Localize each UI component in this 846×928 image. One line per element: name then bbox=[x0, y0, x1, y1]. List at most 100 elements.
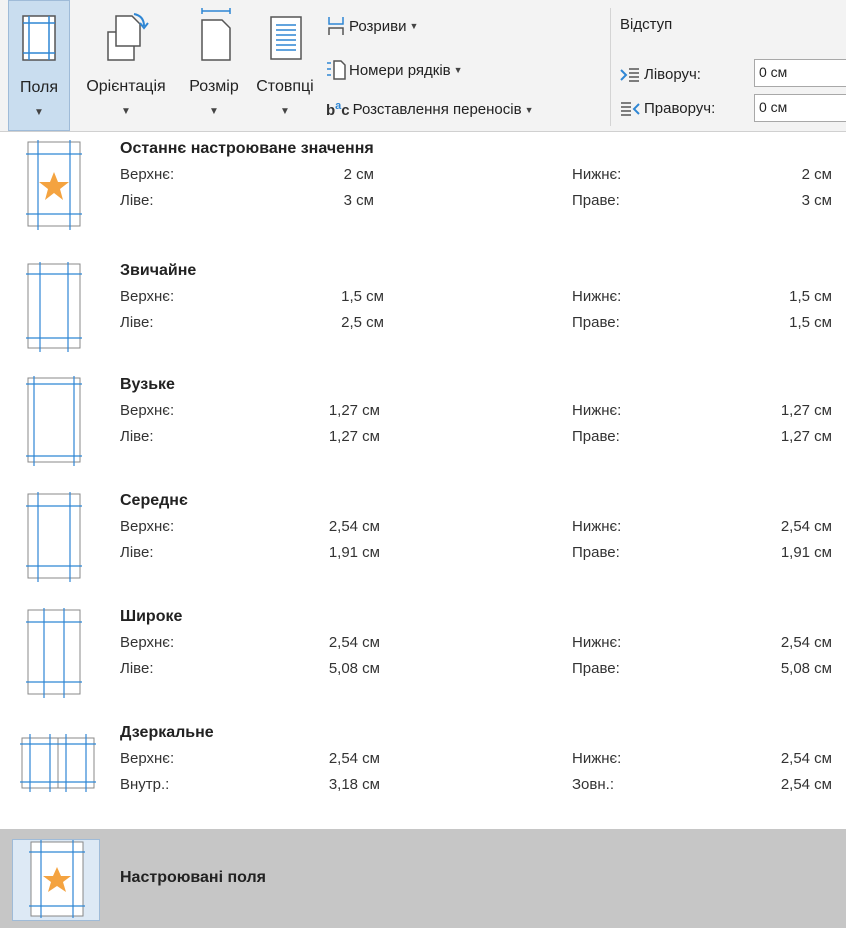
chevron-down-icon: ▼ bbox=[453, 65, 463, 75]
size-button[interactable]: Розмір ▼ bbox=[178, 0, 250, 131]
preset-name: Вузьке bbox=[120, 376, 175, 393]
bottom-label: Нижнє: bbox=[572, 288, 622, 305]
orientation-label: Орієнтація bbox=[86, 78, 166, 95]
orientation-button[interactable]: Орієнтація ▼ bbox=[74, 0, 178, 131]
right-value: 1,27 см bbox=[780, 428, 832, 445]
columns-label: Стовпці bbox=[256, 78, 314, 95]
columns-icon bbox=[270, 16, 302, 60]
top-label: Верхнє: bbox=[120, 166, 175, 183]
top-label: Верхнє: bbox=[120, 750, 175, 767]
top-value: 2 см bbox=[343, 166, 374, 183]
outside-value: 2,54 см bbox=[780, 776, 832, 793]
page-margins-icon bbox=[26, 608, 82, 698]
right-value: 5,08 см bbox=[780, 660, 832, 677]
left-value: 3 см bbox=[343, 192, 374, 209]
left-value: 2,5 см bbox=[341, 314, 384, 331]
chevron-down-icon: ▼ bbox=[524, 104, 534, 115]
left-value: 1,27 см bbox=[328, 428, 380, 445]
indent-right-label: Праворуч: bbox=[644, 100, 716, 117]
breaks-icon bbox=[328, 17, 344, 35]
top-label: Верхнє: bbox=[120, 634, 175, 651]
page-star-icon bbox=[26, 140, 82, 230]
right-value: 3 см bbox=[801, 192, 832, 209]
indent-right-label-row: Праворуч: bbox=[620, 100, 715, 117]
custom-margins-button[interactable]: Настроювані поля bbox=[0, 829, 846, 928]
custom-margins-icon-frame bbox=[12, 839, 100, 921]
bottom-value: 2,54 см bbox=[780, 750, 832, 767]
right-label: Праве: bbox=[572, 314, 620, 331]
line-numbers-label: Номери рядків bbox=[349, 61, 451, 79]
bottom-label: Нижнє: bbox=[572, 166, 622, 183]
hyphenation-label: Розставлення переносів bbox=[352, 101, 522, 118]
orientation-icon bbox=[107, 13, 149, 61]
preset-name: Останнє настроюване значення bbox=[120, 140, 374, 157]
top-value: 1,27 см bbox=[328, 402, 380, 419]
inside-label: Внутр.: bbox=[120, 776, 170, 793]
line-numbers-button[interactable]: Номери рядків ▼ bbox=[326, 60, 463, 80]
right-value: 1,91 см bbox=[780, 544, 832, 561]
bottom-label: Нижнє: bbox=[572, 634, 622, 651]
top-label: Верхнє: bbox=[120, 402, 175, 419]
margins-label: Поля bbox=[19, 79, 59, 96]
left-label: Ліве: bbox=[120, 192, 154, 209]
indent-left-icon bbox=[620, 67, 639, 82]
bottom-value: 1,5 см bbox=[789, 288, 832, 305]
outside-label: Зовн.: bbox=[572, 776, 614, 793]
left-label: Ліве: bbox=[120, 544, 154, 561]
indent-left-label: Ліворуч: bbox=[644, 66, 701, 83]
bottom-value: 2,54 см bbox=[780, 518, 832, 535]
top-value: 1,5 см bbox=[341, 288, 384, 305]
top-label: Верхнє: bbox=[120, 518, 175, 535]
breaks-button[interactable]: Розриви ▼ bbox=[326, 16, 418, 36]
indent-left-label-row: Ліворуч: bbox=[620, 66, 701, 83]
right-label: Праве: bbox=[572, 192, 620, 209]
hyphenation-button[interactable]: bac Розставлення переносів ▼ bbox=[326, 100, 534, 119]
page-margins-icon bbox=[26, 376, 82, 466]
top-label: Верхнє: bbox=[120, 288, 175, 305]
inside-value: 3,18 см bbox=[328, 776, 380, 793]
chevron-down-icon: ▼ bbox=[34, 107, 44, 118]
top-value: 2,54 см bbox=[328, 634, 380, 651]
preset-name: Середнє bbox=[120, 492, 188, 509]
margins-button[interactable]: Поля ▼ bbox=[8, 0, 70, 131]
ribbon: Поля ▼ Орієнтація ▼ Розмір ▼ Стовпці ▼ Р… bbox=[0, 0, 846, 132]
bottom-value: 1,27 см bbox=[780, 402, 832, 419]
margins-dropdown-menu: Останнє настроюване значення Верхнє: 2 с… bbox=[0, 132, 846, 928]
left-value: 5,08 см bbox=[328, 660, 380, 677]
preset-name: Широке bbox=[120, 608, 183, 625]
margin-preset-mirrored[interactable]: Дзеркальне Верхнє: 2,54 см Нижнє: 2,54 с… bbox=[0, 716, 846, 829]
right-label: Праве: bbox=[572, 660, 620, 677]
preset-name: Дзеркальне bbox=[120, 724, 214, 741]
left-value: 1,91 см bbox=[328, 544, 380, 561]
size-label: Розмір bbox=[189, 78, 239, 95]
margin-preset-moderate[interactable]: Середнє Верхнє: 2,54 см Нижнє: 2,54 см Л… bbox=[0, 484, 846, 597]
indent-group-title: Відступ bbox=[620, 16, 673, 33]
margin-preset-normal[interactable]: Звичайне Верхнє: 1,5 см Нижнє: 1,5 см Лі… bbox=[0, 254, 846, 367]
bottom-label: Нижнє: bbox=[572, 518, 622, 535]
page-margins-icon bbox=[26, 262, 82, 352]
right-label: Праве: bbox=[572, 544, 620, 561]
left-label: Ліве: bbox=[120, 314, 154, 331]
indent-left-input[interactable]: 0 см bbox=[754, 59, 846, 87]
chevron-down-icon: ▼ bbox=[209, 106, 219, 117]
mirrored-pages-icon bbox=[20, 734, 96, 792]
breaks-label: Розриви bbox=[349, 17, 407, 35]
right-value: 1,5 см bbox=[789, 314, 832, 331]
page-margins-icon bbox=[26, 492, 82, 582]
indent-right-input[interactable]: 0 см bbox=[754, 94, 846, 122]
line-numbers-icon bbox=[327, 60, 346, 80]
bottom-label: Нижнє: bbox=[572, 750, 622, 767]
indent-right-icon bbox=[621, 101, 640, 116]
bottom-value: 2 см bbox=[801, 166, 832, 183]
divider bbox=[610, 8, 611, 126]
right-label: Праве: bbox=[572, 428, 620, 445]
chevron-down-icon: ▼ bbox=[280, 106, 290, 117]
bottom-label: Нижнє: bbox=[572, 402, 622, 419]
margin-preset-last-custom[interactable]: Останнє настроюване значення Верхнє: 2 с… bbox=[0, 132, 846, 245]
margins-icon bbox=[22, 15, 56, 61]
page-size-icon bbox=[201, 8, 231, 61]
margin-preset-wide[interactable]: Широке Верхнє: 2,54 см Нижнє: 2,54 см Лі… bbox=[0, 600, 846, 713]
left-label: Ліве: bbox=[120, 428, 154, 445]
margin-preset-narrow[interactable]: Вузьке Верхнє: 1,27 см Нижнє: 1,27 см Лі… bbox=[0, 368, 846, 481]
columns-button[interactable]: Стовпці ▼ bbox=[250, 0, 320, 131]
